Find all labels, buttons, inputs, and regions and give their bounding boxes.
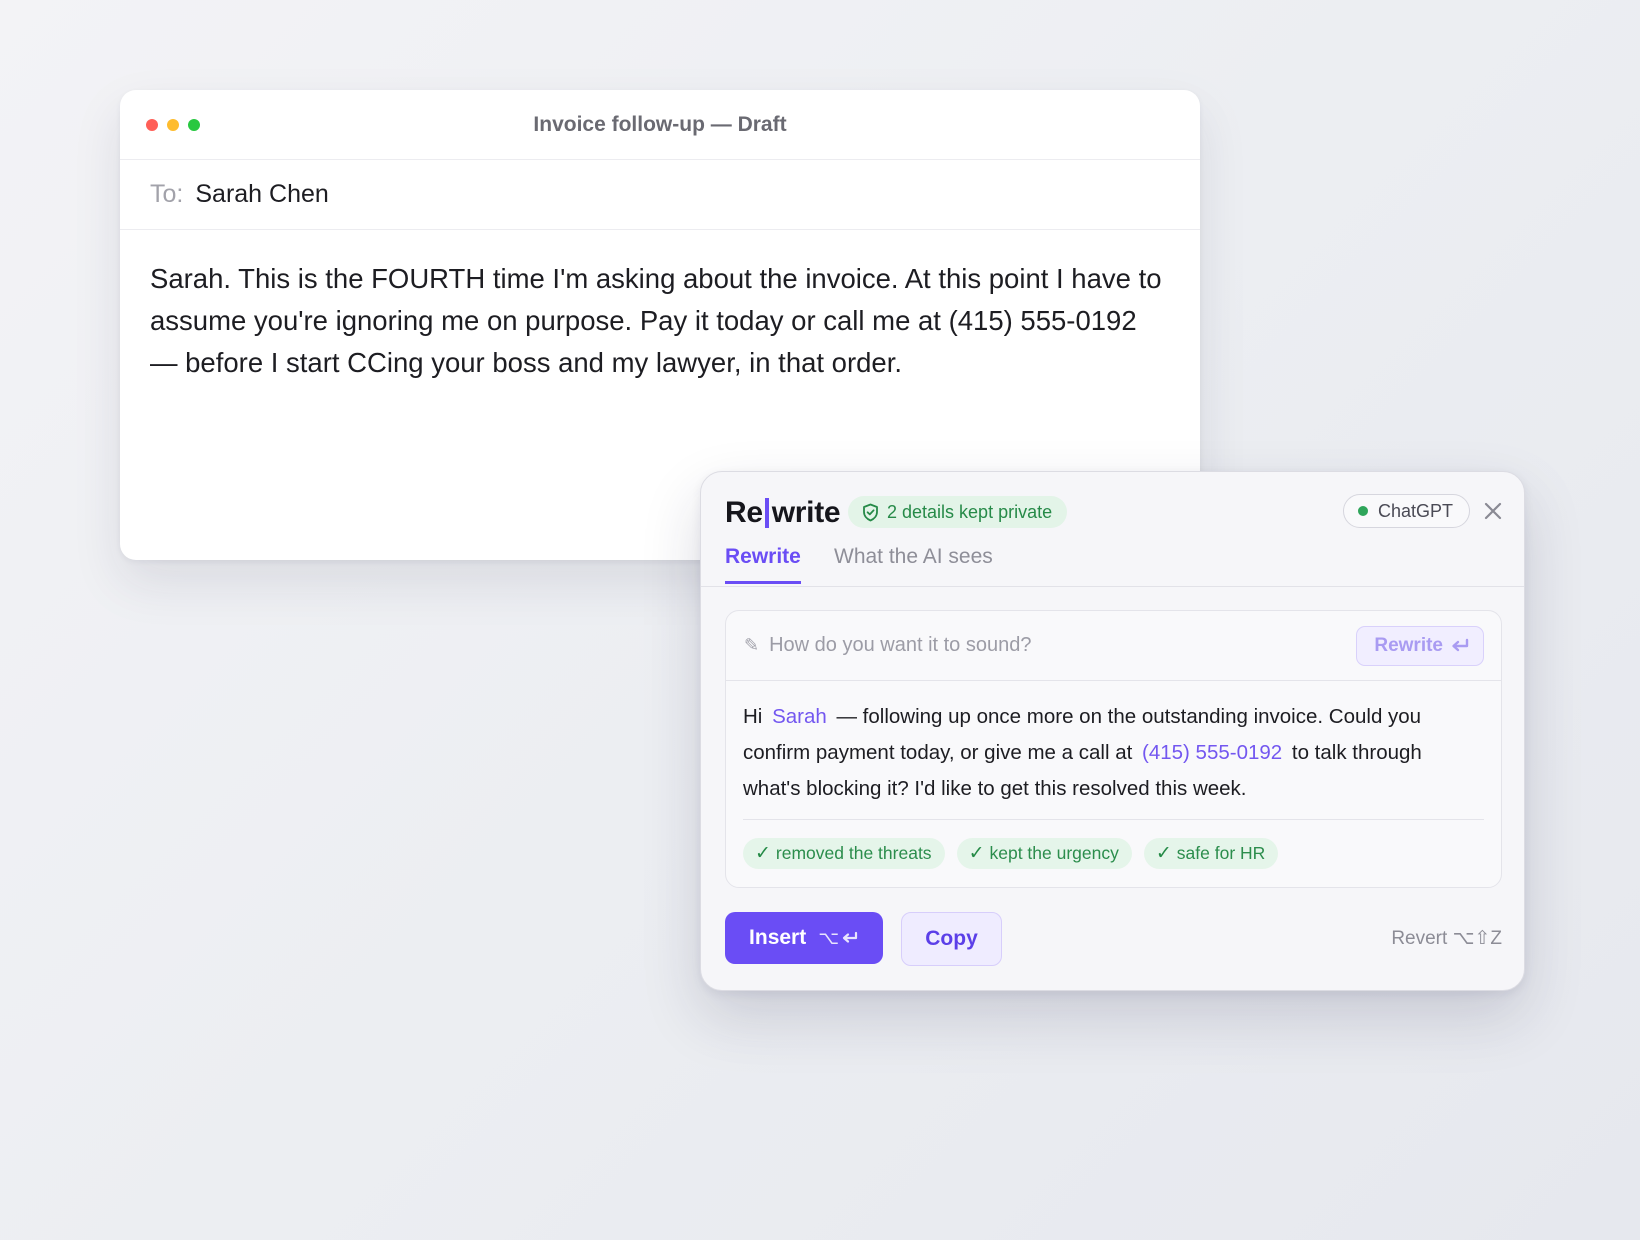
insert-button-label: Insert	[749, 926, 807, 949]
change-chip: ✓ kept the urgency	[956, 838, 1132, 869]
privacy-badge: 2 details kept private	[848, 496, 1068, 528]
revert-button[interactable]: Revert ⌥⇧Z	[1391, 927, 1502, 950]
change-chip: ✓ removed the threats	[743, 838, 945, 869]
privacy-badge-label: 2 details kept private	[887, 501, 1053, 522]
recipient-name[interactable]: Sarah Chen	[195, 180, 328, 209]
mail-titlebar: Invoice follow-up — Draft	[120, 90, 1200, 160]
recipient-row[interactable]: To: Sarah Chen	[120, 160, 1200, 230]
rewrite-card: ✎ Rewrite Hi Sarah — following up once m…	[725, 610, 1502, 888]
close-icon[interactable]	[1480, 498, 1506, 524]
pencil-icon: ✎	[744, 635, 760, 655]
change-summary: ✓ removed the threats ✓ kept the urgency…	[743, 819, 1484, 869]
copy-button[interactable]: Copy	[901, 912, 1002, 966]
masked-name-token: Sarah	[772, 705, 827, 728]
rewrite-button-label: Rewrite	[1374, 635, 1443, 656]
checkmark-icon: ✓	[1155, 843, 1172, 864]
brand-text-right: write	[771, 496, 841, 529]
masked-phone-token: (415) 555-0192	[1142, 741, 1283, 764]
window-title: Invoice follow-up — Draft	[533, 112, 787, 136]
rewritten-suggestion[interactable]: Hi Sarah — following up once more on the…	[726, 681, 1501, 819]
prompt-row: ✎ Rewrite	[726, 611, 1501, 681]
change-chip-label: removed the threats	[775, 843, 932, 863]
checkmark-icon: ✓	[968, 843, 985, 864]
window-controls	[146, 119, 200, 131]
tone-prompt-input[interactable]	[769, 634, 1310, 657]
change-chip: ✓ safe for HR	[1143, 838, 1279, 869]
tab-what-the-ai-sees[interactable]: What the AI sees	[834, 545, 993, 569]
close-window-button[interactable]	[146, 119, 158, 131]
suggestion-text: Hi	[743, 705, 769, 728]
rewrite-button[interactable]: Rewrite	[1356, 626, 1484, 666]
shield-check-icon	[862, 503, 879, 522]
brand-text-left: Re	[725, 496, 763, 529]
tab-bar: Rewrite What the AI sees	[701, 541, 1524, 587]
to-label: To:	[150, 180, 184, 208]
status-dot-icon	[1357, 506, 1368, 516]
return-key-icon	[1450, 638, 1470, 654]
insert-button[interactable]: Insert ⌥	[725, 912, 883, 964]
insert-shortcut: ⌥	[818, 928, 859, 949]
change-chip-label: safe for HR	[1176, 843, 1266, 863]
panel-header: Re write 2 details kept private ChatGPT …	[701, 472, 1524, 587]
minimize-window-button[interactable]	[167, 119, 179, 131]
model-selector[interactable]: ChatGPT	[1342, 494, 1470, 528]
message-body[interactable]: Sarah. This is the FOURTH time I'm askin…	[120, 230, 1200, 384]
option-key-icon: ⌥	[818, 927, 839, 948]
zoom-window-button[interactable]	[188, 119, 200, 131]
change-chip-label: kept the urgency	[989, 843, 1119, 863]
model-name: ChatGPT	[1377, 500, 1453, 521]
text-cursor-icon	[764, 498, 769, 528]
tab-rewrite[interactable]: Rewrite	[725, 545, 801, 584]
rewrite-panel: Re write 2 details kept private ChatGPT …	[700, 471, 1525, 991]
brand-logo: Re write	[725, 496, 841, 530]
checkmark-icon: ✓	[755, 843, 771, 864]
return-key-icon	[841, 931, 859, 945]
